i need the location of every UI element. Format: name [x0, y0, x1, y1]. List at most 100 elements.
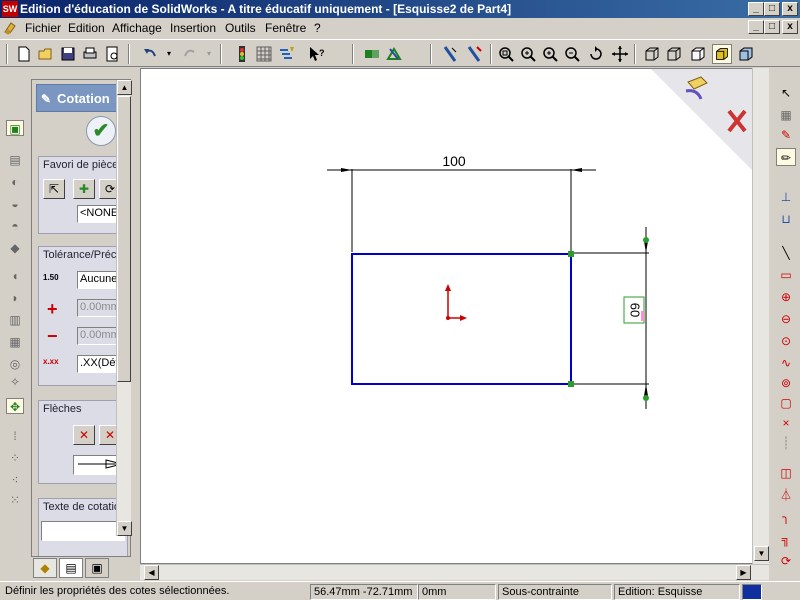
add-favorite-button[interactable]: ✚ [73, 179, 95, 199]
ok-button[interactable]: ✔ [86, 116, 116, 146]
sweep-icon[interactable]: ◒ [6, 196, 24, 212]
doc-restore-button[interactable]: □ [764, 20, 780, 34]
fillet-icon[interactable]: ◖ [6, 268, 24, 284]
chamfer-icon[interactable]: ◗ [6, 290, 24, 306]
revolve-icon[interactable]: ◐ [6, 174, 24, 190]
vertical-dimension-value[interactable]: 60 [628, 303, 643, 317]
pattern-table-icon[interactable]: ⁙ [6, 492, 24, 508]
shaded-edges-icon[interactable] [736, 44, 756, 64]
dimension-tool-icon[interactable]: ✥ [6, 398, 24, 414]
shell-icon[interactable]: ▥ [6, 312, 24, 328]
scroll-up-button[interactable]: ▲ [117, 80, 132, 95]
feature-manager-tab[interactable]: ◆ [33, 558, 57, 578]
arrows-outside-button[interactable]: ✕ [73, 425, 95, 445]
rib-icon[interactable]: ▦ [6, 334, 24, 350]
rebuild-status-icon[interactable] [742, 584, 762, 600]
rectangle-icon[interactable]: ▭ [776, 266, 796, 284]
horizontal-dimension[interactable]: 100 [327, 153, 596, 252]
minimize-button[interactable]: _ [748, 2, 764, 16]
spline-icon[interactable]: ∿ [776, 354, 796, 372]
measure-icon[interactable] [440, 44, 460, 64]
vscroll-down-button[interactable]: ▼ [754, 546, 769, 561]
vertical-dimension[interactable]: 60 [573, 227, 649, 409]
dim-text-input[interactable] [41, 521, 125, 541]
centerpoint-arc-icon[interactable]: ⊕ [776, 288, 796, 306]
property-manager-tab[interactable]: ▤ [59, 558, 83, 578]
maximize-button[interactable]: □ [764, 2, 780, 16]
sketch-pencil-icon[interactable]: ✎ [776, 126, 796, 144]
menu-affichage[interactable]: Affichage [112, 21, 162, 35]
redo-icon[interactable] [180, 44, 200, 64]
apply-favorite-button[interactable]: ⇱ [43, 179, 65, 199]
save-icon[interactable] [58, 44, 78, 64]
centerline-icon[interactable]: ┊ [776, 434, 796, 452]
relation-icon[interactable]: ⊥ [776, 188, 796, 206]
rebuild-icon[interactable] [276, 44, 296, 64]
pan-icon[interactable] [610, 44, 630, 64]
grid-icon[interactable]: ▦ [776, 106, 796, 124]
horizontal-dimension-value[interactable]: 100 [442, 153, 466, 169]
fillet-sketch-icon[interactable]: ╮ [776, 508, 796, 526]
trim-icon[interactable]: ╗ [776, 530, 796, 548]
scroll-thumb[interactable] [117, 96, 131, 382]
sketch-icon[interactable] [384, 44, 404, 64]
hidden-lines-removed-icon[interactable] [688, 44, 708, 64]
help-icon[interactable]: ? [306, 44, 326, 64]
zoom-in-icon[interactable] [540, 44, 560, 64]
hscroll-right-button[interactable]: ▶ [736, 565, 751, 580]
offset-icon[interactable]: ◫ [776, 464, 796, 482]
features-tool-icon[interactable]: ▣ [6, 120, 24, 136]
configuration-tab[interactable]: ▣ [85, 558, 109, 578]
graphics-vertical-scrollbar[interactable]: ▼ [752, 68, 769, 564]
undo-icon[interactable] [140, 44, 160, 64]
circle-icon[interactable]: ⊙ [776, 332, 796, 350]
doc-minimize-button[interactable]: _ [748, 20, 764, 34]
doc-close-button[interactable]: x [782, 20, 798, 34]
open-icon[interactable] [36, 44, 56, 64]
options-icon[interactable] [362, 44, 382, 64]
corner-point-top-right[interactable] [568, 251, 574, 257]
hidden-lines-visible-icon[interactable] [664, 44, 684, 64]
ellipse-icon[interactable]: ⊚ [776, 374, 796, 392]
zoom-out-icon[interactable] [562, 44, 582, 64]
mirror-entities-icon[interactable]: ⏃ [776, 486, 796, 504]
scroll-down-button[interactable]: ▼ [117, 521, 132, 536]
line-icon[interactable]: ╲ [776, 244, 796, 262]
fix-relation-icon[interactable]: ⊔ [776, 210, 796, 228]
tangent-arc-icon[interactable]: ⊖ [776, 310, 796, 328]
new-icon[interactable] [14, 44, 34, 64]
zoom-fit-icon[interactable] [496, 44, 516, 64]
grid-icon[interactable] [254, 44, 274, 64]
menu-fenetre[interactable]: Fenêtre [265, 21, 306, 35]
hscroll-left-button[interactable]: ◀ [144, 565, 159, 580]
sketch-mode-icon[interactable]: ✏ [776, 148, 796, 166]
document-menu-icon[interactable] [3, 20, 19, 36]
pattern-circular-icon[interactable]: ⁘ [6, 450, 24, 466]
pattern-linear-icon[interactable]: ⁞ [6, 428, 24, 444]
traffic-light-icon[interactable] [232, 44, 252, 64]
close-button[interactable]: x [782, 2, 798, 16]
zoom-window-icon[interactable] [518, 44, 538, 64]
hole-icon[interactable]: ◎ [6, 356, 24, 372]
polygon-icon[interactable]: ▢ [776, 394, 796, 412]
select-arrow-icon[interactable]: ↖ [776, 84, 796, 102]
sketch-canvas[interactable]: 100 60 [141, 69, 769, 564]
undo-dropdown-icon[interactable]: ▾ [164, 44, 174, 64]
rotate-icon[interactable] [586, 44, 606, 64]
loft-icon[interactable]: ◓ [6, 218, 24, 234]
wireframe-icon[interactable] [642, 44, 662, 64]
menu-fichier[interactable]: Fichier [25, 21, 61, 35]
menu-help[interactable]: ? [314, 21, 321, 35]
property-manager-scrollbar[interactable]: ▲ ▼ [116, 80, 132, 536]
menu-outils[interactable]: Outils [225, 21, 256, 35]
corner-point-bottom-right[interactable] [568, 381, 574, 387]
print-icon[interactable] [80, 44, 100, 64]
graphics-horizontal-scrollbar[interactable]: ◀ ▶ [140, 564, 769, 580]
menu-insertion[interactable]: Insertion [170, 21, 216, 35]
pattern-curve-icon[interactable]: ⁖ [6, 472, 24, 488]
menu-edition[interactable]: Edition [68, 21, 105, 35]
shaded-icon[interactable] [712, 44, 732, 64]
point-icon[interactable]: × [776, 414, 796, 432]
section-view-icon[interactable] [464, 44, 484, 64]
cut-icon[interactable]: ◆ [6, 240, 24, 256]
